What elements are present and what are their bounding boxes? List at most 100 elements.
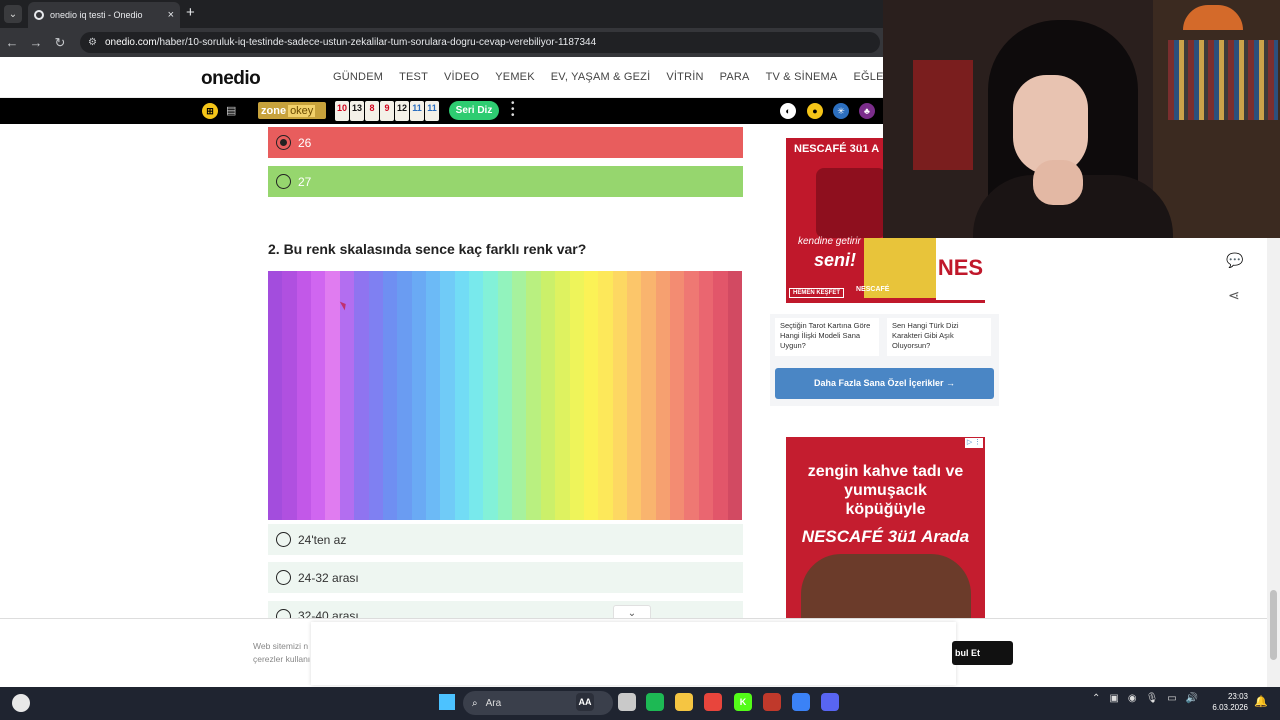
game-logo-3-icon[interactable]: ✳ (833, 103, 849, 119)
system-tray[interactable]: ⌃ ▣ ◉ 🎙 ▭ 🔊 (1092, 693, 1198, 704)
spectrum-band (612, 271, 627, 520)
radio-icon (276, 570, 291, 585)
spectrum-band (440, 271, 455, 520)
answer-option-1[interactable]: 24'ten az (268, 524, 743, 555)
share-icon[interactable]: ⋖ (1228, 287, 1240, 304)
kick-icon[interactable]: K (734, 693, 752, 711)
okey-tile: 12 (395, 101, 409, 121)
spectrum-band (311, 271, 326, 520)
seri-diz-button[interactable]: Seri Diz (449, 101, 499, 120)
spectrum-band (626, 271, 642, 520)
back-arrow-icon[interactable]: ← (0, 35, 24, 50)
recorder-icon[interactable] (763, 693, 781, 711)
onedio-favicon-icon (34, 10, 44, 20)
nav-item[interactable]: YEMEK (495, 71, 535, 83)
site-info-icon[interactable]: ⚙ (88, 37, 97, 48)
forward-arrow-icon[interactable]: → (24, 35, 48, 50)
more-content-button[interactable]: Daha Fazla Sana Özel İçerikler → (775, 368, 994, 399)
spectrum-band (540, 271, 556, 520)
spotify-icon[interactable] (646, 693, 664, 711)
option-label: 27 (298, 174, 312, 189)
tray-chevron-icon[interactable]: ⌃ (1092, 693, 1100, 704)
ad-cta-button[interactable]: HEMEN KEŞFET (789, 288, 845, 298)
clock-date: 6.03.2026 (1212, 703, 1248, 712)
option-label: 32-40 arası (298, 609, 359, 618)
reload-icon[interactable]: ↻ (48, 35, 72, 51)
new-tab-plus-icon[interactable]: + (186, 5, 195, 21)
answer-option-2[interactable]: 24-32 arası (268, 562, 743, 593)
windows-start-icon[interactable] (439, 694, 455, 710)
spectrum-band (282, 271, 297, 520)
nav-item[interactable]: VİDEO (444, 71, 479, 83)
recommended-item[interactable]: Sen Hangi Türk Dizi Karakteri Gibi Aşık … (887, 318, 991, 356)
notification-icon[interactable]: 🔔 (1254, 695, 1268, 708)
spectrum-band (268, 271, 283, 520)
widgets-icon[interactable] (12, 694, 30, 712)
cards-icon[interactable]: ▤ (226, 104, 236, 117)
spectrum-band (354, 271, 369, 520)
nescafe-ad-bottom[interactable]: ▷ ⋮ zengin kahve tadı ve yumuşacık köpüğ… (786, 437, 985, 620)
spectrum-band (555, 271, 570, 520)
microphone-icon[interactable]: 🎙 (1146, 693, 1159, 704)
app-blue-icon[interactable] (792, 693, 810, 711)
tab-close-icon[interactable]: × (168, 9, 174, 21)
spectrum-band (483, 271, 498, 520)
webcam-overlay (883, 0, 1280, 238)
taskbar-clock[interactable]: 23:03 6.03.2026 (1212, 691, 1248, 713)
color-spectrum-image (268, 271, 742, 520)
games-bar (0, 98, 883, 124)
nav-item[interactable]: PARA (720, 71, 750, 83)
browser-tab[interactable]: onedio iq testi - Onedio × (28, 2, 180, 28)
accept-cookies-button[interactable]: bul Et (952, 641, 1013, 665)
discord-tray-icon[interactable]: ◉ (1128, 693, 1137, 704)
onedio-logo[interactable]: onedio (201, 68, 261, 90)
answer-option-26[interactable]: 26 (268, 127, 743, 158)
url-text: onedio.com/haber/10-soruluk-iq-testinde-… (104, 37, 597, 48)
radio-icon (276, 174, 291, 189)
adchoices-icon[interactable]: ▷ ⋮ (965, 438, 983, 448)
scrollbar-thumb[interactable] (1270, 590, 1277, 660)
spectrum-band (497, 271, 513, 520)
spectrum-band (713, 271, 728, 520)
discord-icon[interactable] (821, 693, 839, 711)
spectrum-band (368, 271, 383, 520)
nav-item[interactable]: TEST (399, 71, 428, 83)
nav-item[interactable]: EV, YAŞAM & GEZİ (551, 71, 651, 83)
windows-taskbar (0, 687, 1280, 720)
spectrum-band (325, 271, 340, 520)
game-app-icon[interactable]: AA (576, 693, 594, 711)
network-icon[interactable]: ▭ (1167, 693, 1176, 704)
games-grid-icon[interactable]: ⊞ (202, 103, 218, 119)
answer-option-27[interactable]: 27 (268, 166, 743, 197)
okey-tile: 11 (425, 101, 439, 121)
okey-tiles[interactable]: 10 13 8 9 12 11 11 (335, 101, 439, 121)
folder-icon[interactable] (675, 693, 693, 711)
recommended-item[interactable]: Seçtiğin Tarot Kartına Göre Hangi İlişki… (775, 318, 879, 356)
tab-search-chevron-icon[interactable]: ⌄ (4, 5, 22, 23)
nav-item[interactable]: GÜNDEM (333, 71, 383, 83)
option-label: 24-32 arası (298, 570, 359, 585)
file-app-icon[interactable] (618, 693, 636, 711)
ad-photo-image (801, 554, 971, 620)
okey-tile: 11 (410, 101, 424, 121)
answer-option-3[interactable]: 32-40 arası (268, 601, 743, 618)
okey-tile: 9 (380, 101, 394, 121)
zone-okey-logo[interactable]: zone okey (258, 102, 326, 119)
spectrum-band (469, 271, 484, 520)
comments-icon[interactable]: 💬 (1226, 252, 1243, 269)
address-bar[interactable]: ⚙ onedio.com/haber/10-soruluk-iq-testind… (80, 32, 880, 53)
game-logo-1-icon[interactable]: ◐ (780, 103, 796, 119)
clock-time: 23:03 (1227, 692, 1248, 701)
game-logo-2-icon[interactable]: ● (807, 103, 823, 119)
spectrum-band (526, 271, 541, 520)
chrome-icon[interactable] (704, 693, 722, 711)
game-logo-4-icon[interactable]: ♣ (859, 103, 875, 119)
tray-app-icon[interactable]: ▣ (1109, 693, 1118, 704)
nav-item[interactable]: TV & SİNEMA (766, 71, 838, 83)
nav-item[interactable]: VİTRİN (666, 71, 703, 83)
volume-icon[interactable]: 🔊 (1186, 693, 1198, 704)
more-dots-icon[interactable]: • • • (511, 99, 515, 121)
search-icon: ⌕ (472, 697, 478, 709)
spectrum-band (382, 271, 398, 520)
spectrum-band (684, 271, 699, 520)
